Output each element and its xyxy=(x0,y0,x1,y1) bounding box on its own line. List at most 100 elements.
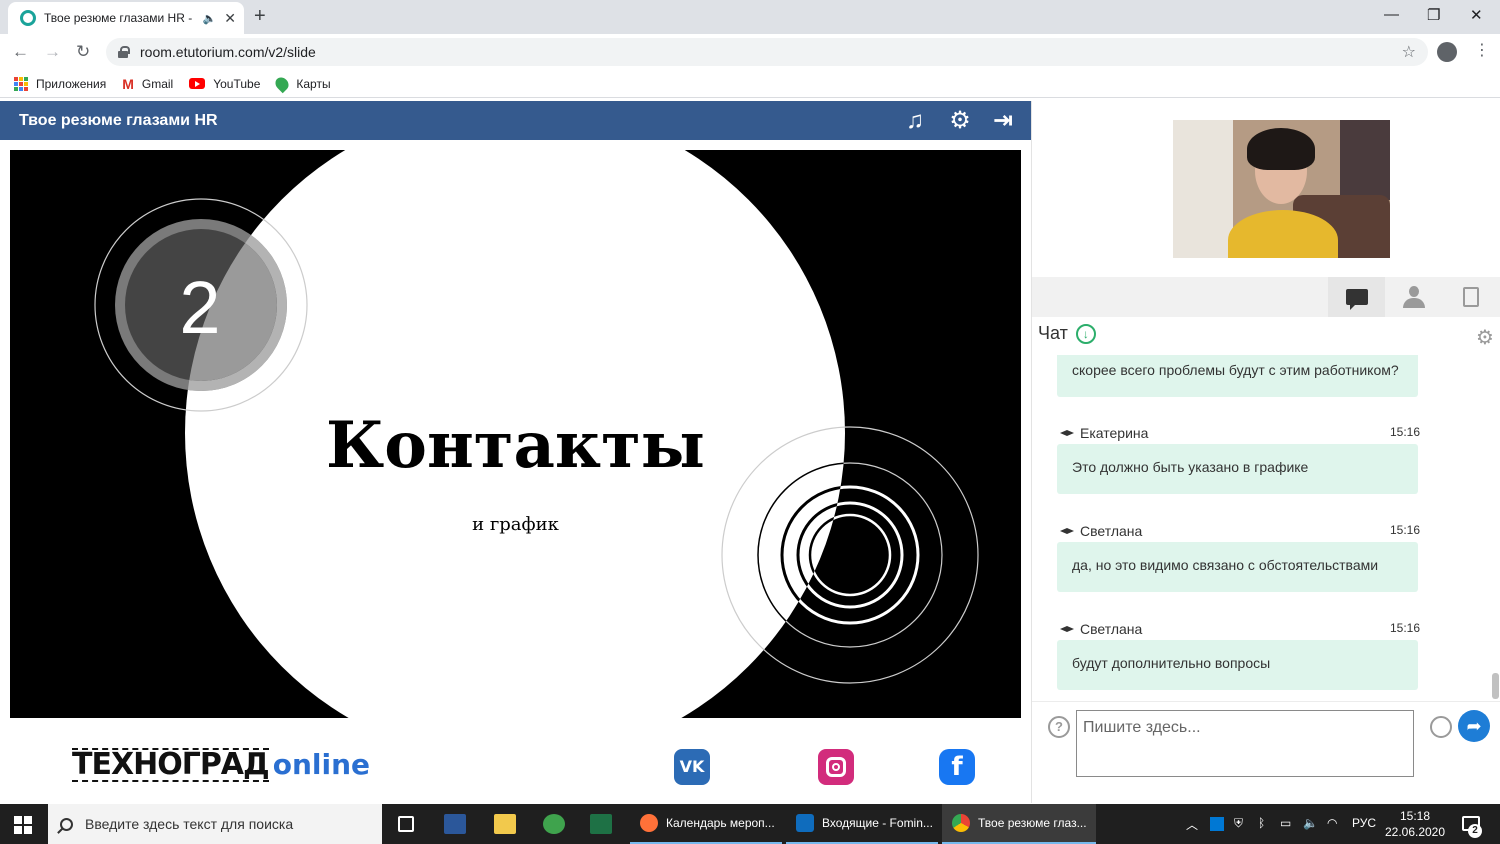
vk-icon[interactable]: VK xyxy=(674,749,710,785)
tab-participants[interactable] xyxy=(1385,277,1442,317)
notification-count-badge: 2 xyxy=(1468,824,1482,838)
emoji-icon[interactable] xyxy=(1430,716,1452,738)
chat-message-input[interactable] xyxy=(1076,710,1414,777)
taskbar-app-chrome[interactable]: Твое резюме глаз... xyxy=(942,804,1096,844)
menu-kebab-icon[interactable]: ⋮ xyxy=(1474,40,1490,60)
browser-tab-active[interactable]: Твое резюме глазами HR - Е 🔈 ✕ xyxy=(8,2,244,34)
chat-message-bubble: Это должно быть указано в графике xyxy=(1057,444,1418,494)
taskbar-app-label: Твое резюме глаз... xyxy=(978,816,1087,830)
close-window-icon[interactable]: ✕ xyxy=(1470,6,1483,24)
side-panel: Чат ↓ ⚙ скорее всего проблемы будут с эт… xyxy=(1031,101,1500,803)
tray-language[interactable]: РУС xyxy=(1352,816,1376,830)
windows-start-icon[interactable] xyxy=(14,816,32,834)
task-view-icon[interactable] xyxy=(398,816,414,832)
bookmark-maps[interactable]: Карты xyxy=(273,74,331,93)
webinar-title: Твое резюме глазами HR xyxy=(19,111,218,129)
tray-defender-icon[interactable]: ⛨ xyxy=(1234,816,1243,831)
maps-pin-icon xyxy=(273,74,292,93)
chat-scrollbar[interactable] xyxy=(1492,673,1499,699)
gear-icon[interactable]: ⚙ xyxy=(946,107,974,135)
tray-bluetooth-icon[interactable]: ᛒ xyxy=(1258,816,1265,830)
help-icon[interactable]: ? xyxy=(1048,716,1070,738)
chat-time: 15:16 xyxy=(1389,523,1420,537)
tray-outlook-icon[interactable] xyxy=(1210,817,1224,831)
bookmark-apps[interactable]: Приложения xyxy=(14,76,107,91)
slide-number: 2 xyxy=(179,266,221,349)
bookmark-label: Gmail xyxy=(141,76,174,91)
chat-author: Светлана xyxy=(1080,621,1143,637)
chat-message-meta: Светлана 15:16 xyxy=(1060,621,1420,639)
etutorium-favicon-icon xyxy=(20,10,36,26)
tab-chat[interactable] xyxy=(1328,277,1385,317)
chat-author: Светлана xyxy=(1080,523,1143,539)
taskbar-app-label: Входящие - Fomin... xyxy=(822,816,933,830)
chat-time: 15:16 xyxy=(1389,425,1420,439)
chat-message-meta: Светлана 15:16 xyxy=(1060,523,1420,541)
chat-settings-gear-icon[interactable]: ⚙ xyxy=(1476,325,1494,350)
word-icon[interactable] xyxy=(444,814,466,834)
chat-message-text: Это должно быть указано в графике xyxy=(1072,459,1309,475)
bookmark-youtube[interactable]: YouTube xyxy=(189,77,260,91)
bookmarks-bar: Приложения M Gmail YouTube Карты xyxy=(0,70,1500,98)
gmail-icon: M xyxy=(122,75,134,92)
graduation-cap-icon xyxy=(1060,626,1074,632)
chat-messages: скорее всего проблемы будут с этим работ… xyxy=(1032,355,1500,698)
speaker-icon[interactable]: 🔈 xyxy=(203,12,217,25)
reload-icon[interactable]: ↻ xyxy=(76,42,90,62)
user-icon xyxy=(1402,286,1425,308)
music-icon[interactable]: ♫ xyxy=(901,107,929,135)
lock-icon[interactable] xyxy=(118,46,130,58)
clock-date: 22.06.2020 xyxy=(1384,825,1446,839)
taskbar-app-outlook[interactable]: Входящие - Fomin... xyxy=(786,804,938,844)
exit-icon[interactable]: ⇥ xyxy=(989,107,1017,135)
graduation-cap-icon xyxy=(1060,430,1074,436)
excel-icon[interactable] xyxy=(590,814,612,834)
taskbar-search[interactable]: Введите здесь текст для поиска xyxy=(48,804,382,844)
maps-app-icon[interactable] xyxy=(543,814,565,834)
search-icon xyxy=(60,817,73,831)
profile-avatar-icon[interactable] xyxy=(1437,42,1457,62)
firefox-icon xyxy=(640,814,658,832)
close-tab-icon[interactable]: ✕ xyxy=(224,10,236,27)
bookmark-gmail[interactable]: M Gmail xyxy=(122,76,173,92)
presenter-video[interactable] xyxy=(1173,120,1390,258)
tray-volume-icon[interactable]: 🔈 xyxy=(1303,816,1318,830)
new-tab-button[interactable]: + xyxy=(254,5,266,27)
instagram-icon[interactable] xyxy=(818,749,854,785)
apps-grid-icon xyxy=(14,76,28,91)
file-explorer-icon[interactable] xyxy=(494,814,516,834)
windows-taskbar: Введите здесь текст для поиска Календарь… xyxy=(0,804,1500,844)
url-bar[interactable]: room.etutorium.com/v2/slide ☆ xyxy=(106,38,1428,66)
chat-message-meta: Екатерина 15:16 xyxy=(1060,425,1420,443)
minimize-icon[interactable]: — xyxy=(1384,6,1399,23)
tab-files[interactable] xyxy=(1442,277,1499,317)
chat-message-text: да, но это видимо связано с обстоятельст… xyxy=(1072,557,1379,573)
bookmark-label: Приложения xyxy=(36,76,107,91)
taskbar-clock[interactable]: 15:18 22.06.2020 xyxy=(1384,808,1446,840)
tray-wifi-icon[interactable]: ◠ xyxy=(1327,816,1337,830)
send-button[interactable]: ➦ xyxy=(1458,710,1490,742)
back-arrow-icon[interactable]: ← xyxy=(12,42,29,62)
chat-message-text: будут дополнительно вопросы xyxy=(1072,655,1271,671)
tray-battery-icon[interactable]: ▭ xyxy=(1280,816,1291,830)
bookmark-star-icon[interactable]: ☆ xyxy=(1402,42,1416,62)
url-text: room.etutorium.com/v2/slide xyxy=(140,44,316,60)
bookmark-label: Карты xyxy=(296,76,331,91)
outlook-icon xyxy=(796,814,814,832)
brand-main-text: ТЕХНОГРАД xyxy=(72,747,270,782)
chat-message-bubble: будут дополнительно вопросы xyxy=(1057,640,1418,690)
facebook-icon[interactable]: f xyxy=(939,749,975,785)
forward-arrow-icon[interactable]: → xyxy=(44,42,61,62)
panel-tabs xyxy=(1032,277,1500,317)
youtube-icon xyxy=(189,78,206,89)
download-icon[interactable]: ↓ xyxy=(1075,323,1096,344)
tray-chevron-up-icon[interactable]: ︿ xyxy=(1186,816,1198,833)
taskbar-search-placeholder: Введите здесь текст для поиска xyxy=(85,816,294,832)
tab-title: Твое резюме глазами HR - Е xyxy=(44,11,195,25)
address-toolbar: ← → ↻ room.etutorium.com/v2/slide ☆ ⋮ xyxy=(0,34,1500,70)
slide-title: Контакты xyxy=(326,408,705,483)
taskbar-app-label: Календарь мероп... xyxy=(666,816,775,830)
taskbar-app-firefox[interactable]: Календарь мероп... xyxy=(630,804,782,844)
maximize-icon[interactable]: ❐ xyxy=(1427,6,1440,24)
chat-heading: Чат ↓ xyxy=(1038,323,1096,344)
